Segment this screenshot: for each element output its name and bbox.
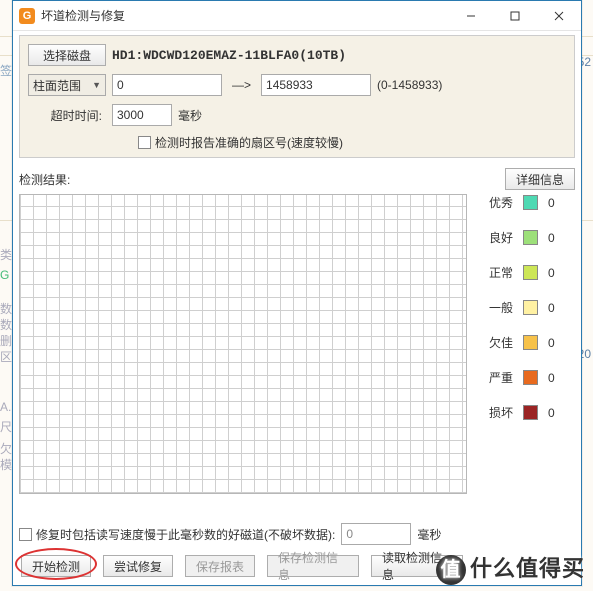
dialog-window: G 坏道检测与修复 选择磁盘 HD1:WDCWD120EMAZ-11BLFA0(… <box>12 0 582 586</box>
titlebar[interactable]: G 坏道检测与修复 <box>13 1 581 31</box>
minimize-button[interactable] <box>449 1 493 31</box>
bg-text: 类 <box>0 246 12 263</box>
repair-slow-input[interactable]: 0 <box>341 523 411 545</box>
repair-slow-label: 修复时包括读写速度慢于此毫秒数的好磁道(不破坏数据): <box>36 526 335 543</box>
timeout-label: 超时时间: <box>28 107 106 124</box>
bg-text: 数 <box>0 300 12 317</box>
bg-text: 区 <box>0 348 12 365</box>
legend-fair: 一般0 <box>489 299 575 316</box>
maximize-icon <box>510 11 520 21</box>
swatch-good <box>523 230 538 245</box>
checkbox-box <box>138 136 151 149</box>
results-label: 检测结果: <box>19 171 505 188</box>
bg-text: 签 <box>0 62 12 79</box>
cylinder-from-input[interactable]: 0 <box>112 74 222 96</box>
bg-text: G <box>0 268 9 282</box>
legend-normal: 正常0 <box>489 264 575 281</box>
legend-excellent: 优秀0 <box>489 194 575 211</box>
disk-label: HD1:WDCWD120EMAZ-11BLFA0(10TB) <box>112 48 346 63</box>
watermark: 值什么值得买 <box>428 545 593 591</box>
select-disk-button[interactable]: 选择磁盘 <box>28 44 106 66</box>
checkbox-box <box>19 528 32 541</box>
swatch-poor <box>523 335 538 350</box>
save-report-button[interactable]: 保存报表 <box>185 555 255 577</box>
cylinder-range-combo[interactable]: 柱面范围 ▼ <box>28 74 106 96</box>
legend-poor: 欠佳0 <box>489 334 575 351</box>
legend-good: 良好0 <box>489 229 575 246</box>
save-scan-info-button[interactable]: 保存检测信息 <box>267 555 359 577</box>
report-sector-label: 检测时报告准确的扇区号(速度较慢) <box>155 134 343 151</box>
close-button[interactable] <box>537 1 581 31</box>
repair-slow-unit: 毫秒 <box>417 526 441 543</box>
window-title: 坏道检测与修复 <box>41 7 449 24</box>
try-repair-button[interactable]: 尝试修复 <box>103 555 173 577</box>
legend: 优秀0 良好0 正常0 一般0 欠佳0 严重0 损坏0 <box>475 194 575 494</box>
swatch-excellent <box>523 195 538 210</box>
swatch-normal <box>523 265 538 280</box>
results-header: 检测结果: 详细信息 <box>19 168 575 190</box>
app-icon: G <box>19 8 35 24</box>
cylinder-to-input[interactable]: 1458933 <box>261 74 371 96</box>
legend-bad: 损坏0 <box>489 404 575 421</box>
swatch-fair <box>523 300 538 315</box>
close-icon <box>554 11 564 21</box>
details-button[interactable]: 详细信息 <box>505 168 575 190</box>
bg-text: 欠 <box>0 440 12 457</box>
repair-slow-checkbox[interactable]: 修复时包括读写速度慢于此毫秒数的好磁道(不破坏数据): <box>19 526 335 543</box>
bg-text: 数 <box>0 316 12 333</box>
report-sector-checkbox[interactable]: 检测时报告准确的扇区号(速度较慢) <box>138 134 343 151</box>
cylinder-range-label: 柱面范围 <box>33 77 81 94</box>
bg-text: A. <box>0 400 11 414</box>
swatch-bad <box>523 405 538 420</box>
maximize-button[interactable] <box>493 1 537 31</box>
bg-text: 模 <box>0 456 12 473</box>
scan-grid <box>19 194 467 494</box>
chevron-down-icon: ▼ <box>92 80 101 90</box>
legend-severe: 严重0 <box>489 369 575 386</box>
cylinder-total-label: (0-1458933) <box>377 78 442 92</box>
arrow-separator: —> <box>228 78 255 92</box>
start-scan-button[interactable]: 开始检测 <box>21 555 91 577</box>
config-panel: 选择磁盘 HD1:WDCWD120EMAZ-11BLFA0(10TB) 柱面范围… <box>19 35 575 158</box>
bg-text: 尺 <box>0 418 12 435</box>
timeout-unit: 毫秒 <box>178 107 202 124</box>
timeout-input[interactable]: 3000 <box>112 104 172 126</box>
swatch-severe <box>523 370 538 385</box>
minimize-icon <box>466 11 476 21</box>
bg-text: 删 <box>0 332 12 349</box>
